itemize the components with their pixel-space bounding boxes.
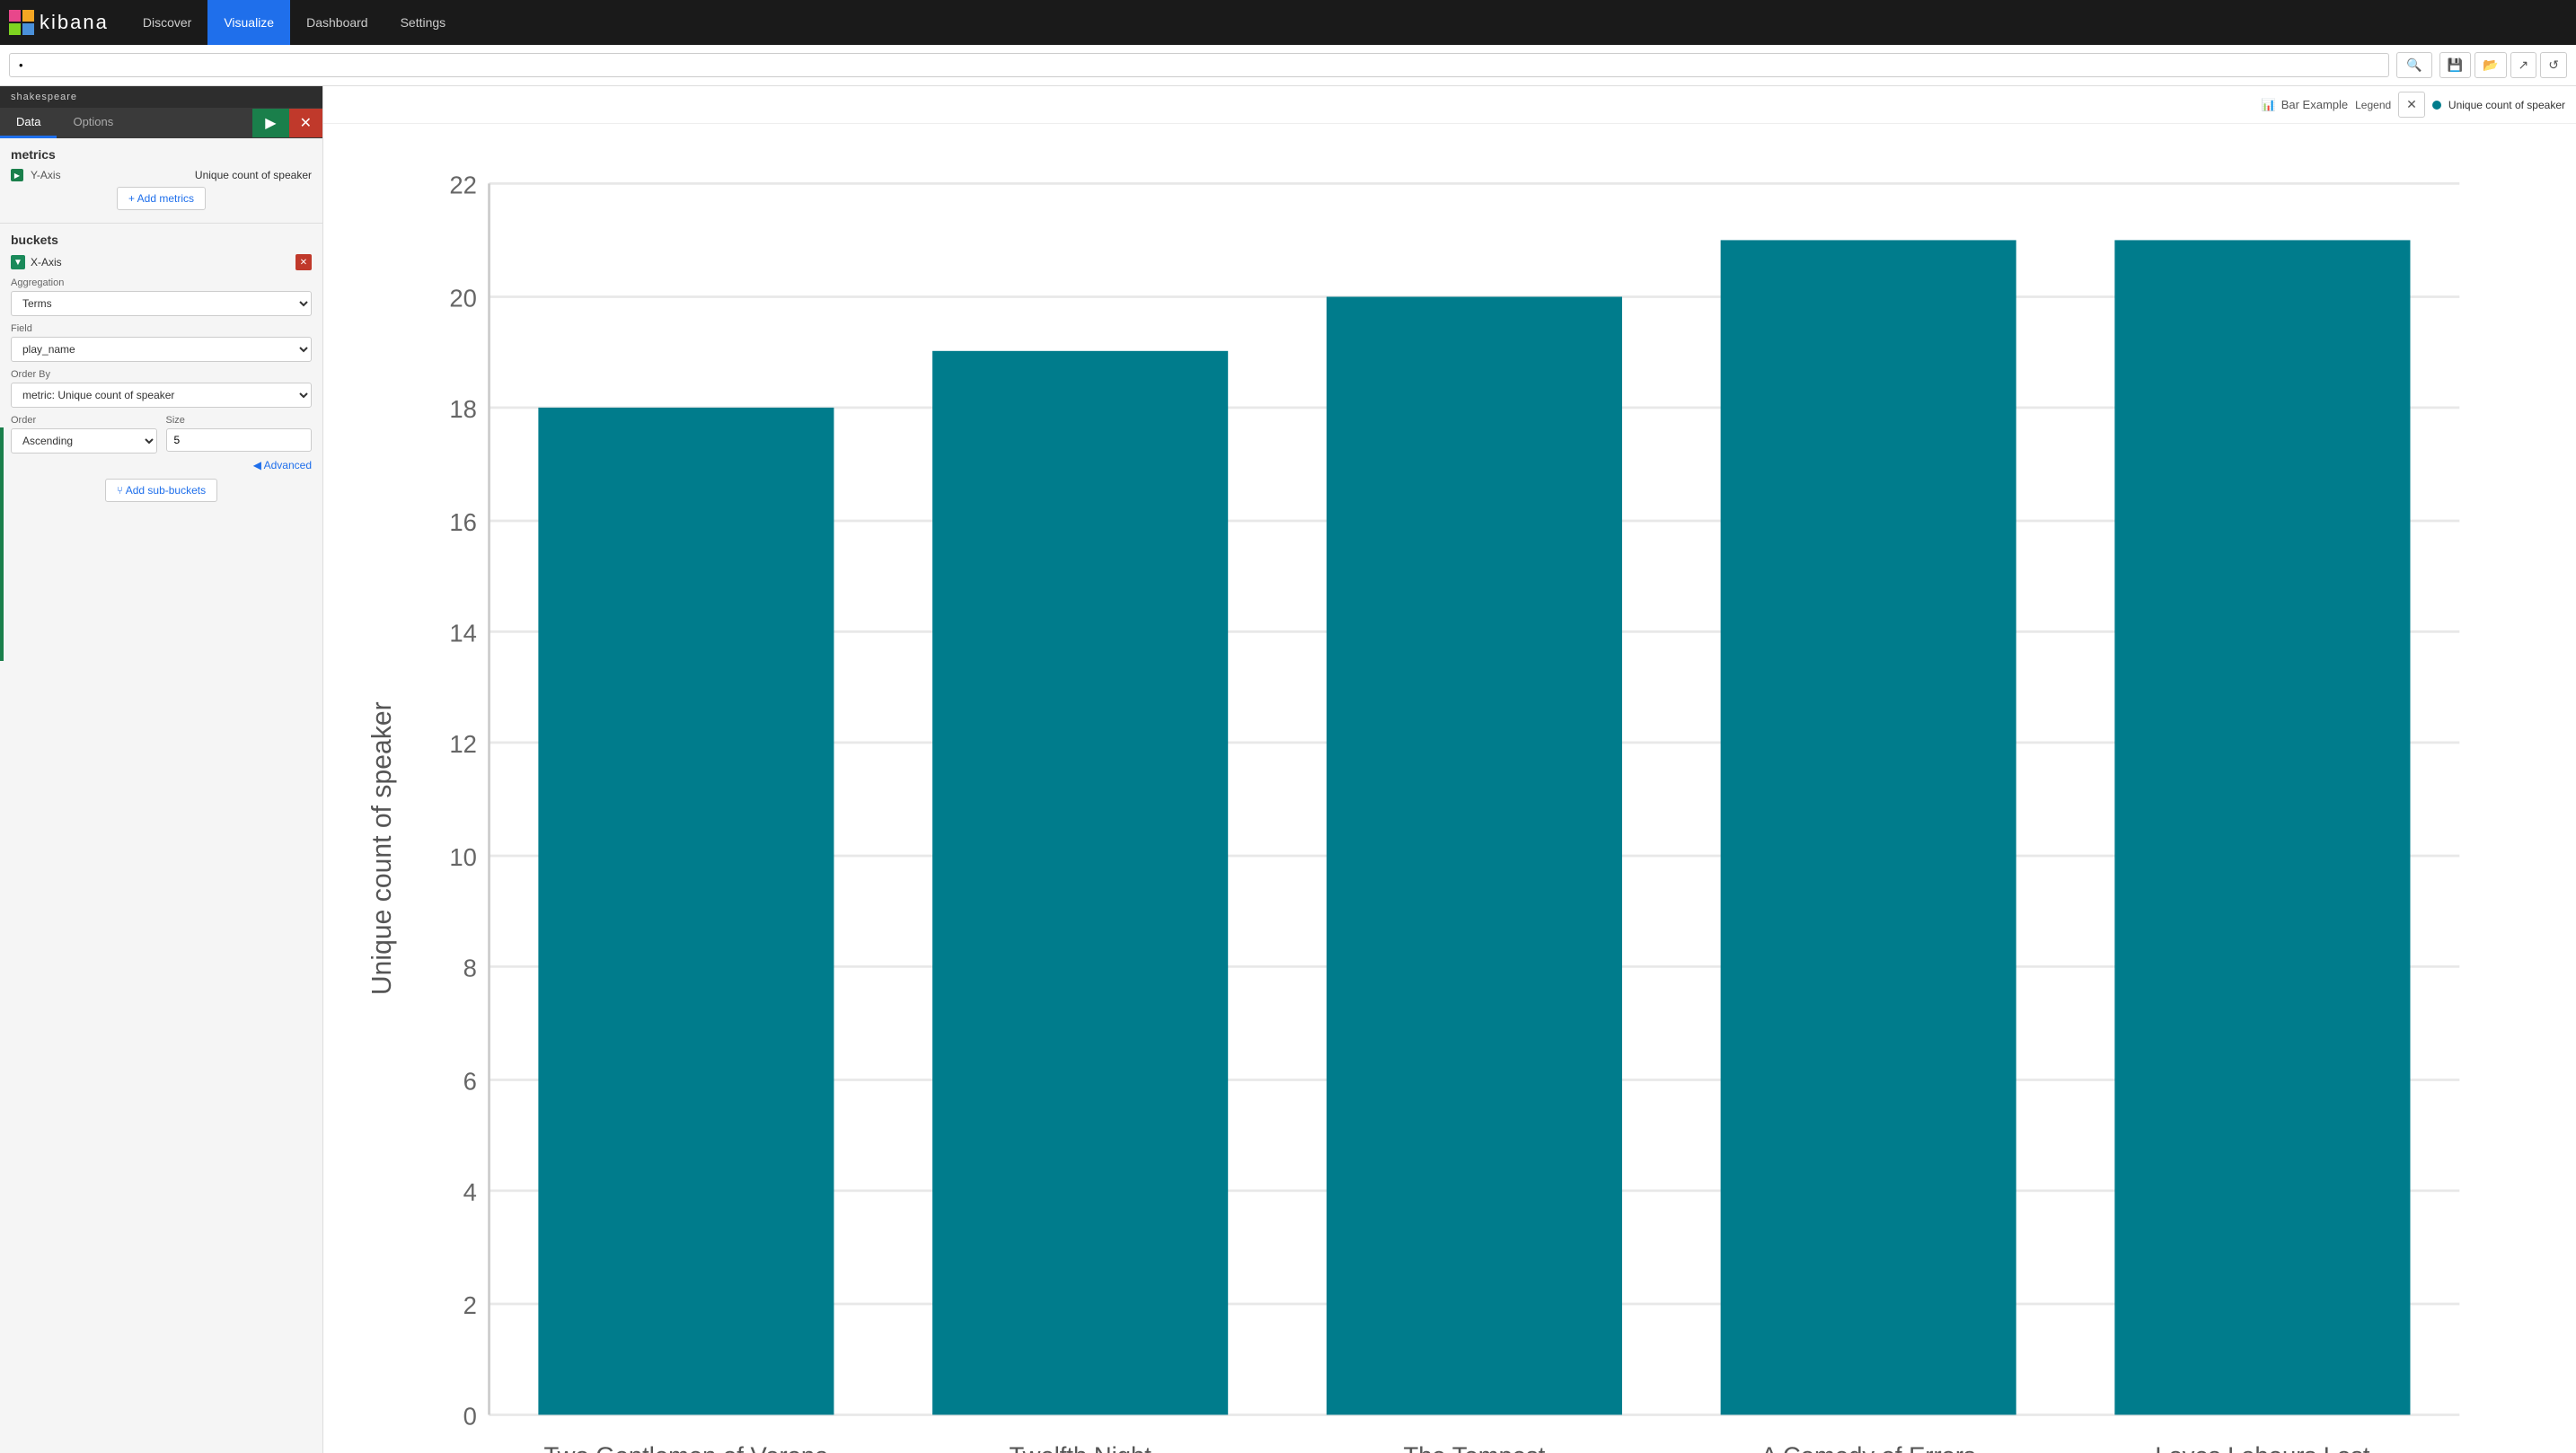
buckets-title: buckets: [11, 233, 312, 247]
advanced-link[interactable]: ◀ Advanced: [11, 459, 312, 471]
order-by-label: Order By: [11, 369, 312, 380]
chart-container: Unique count of speaker 0 2 4 6: [323, 124, 2576, 1453]
nav-visualize[interactable]: Visualize: [207, 0, 290, 45]
y-axis-title: Unique count of speaker: [367, 701, 397, 995]
svg-text:20: 20: [449, 284, 476, 312]
bar-loves-labours[interactable]: [2114, 240, 2410, 1414]
legend-item-label: Unique count of speaker: [2448, 99, 2565, 111]
size-input[interactable]: [166, 428, 313, 452]
y-axis-icon: ▶: [11, 169, 23, 181]
bar-chart-svg: Unique count of speaker 0 2 4 6: [341, 133, 2558, 1453]
tab-data[interactable]: Data: [0, 108, 57, 138]
order-select[interactable]: Ascending: [11, 428, 157, 454]
x-axis-header: ▼ X-Axis ✕: [11, 254, 312, 270]
svg-text:12: 12: [449, 730, 476, 758]
y-axis-row: ▶ Y-Axis Unique count of speaker: [11, 169, 312, 181]
y-axis-value: Unique count of speaker: [195, 169, 312, 181]
top-navigation: kibana Discover Visualize Dashboard Sett…: [0, 0, 2576, 45]
search-input[interactable]: [9, 53, 2389, 77]
nav-discover[interactable]: Discover: [127, 0, 207, 45]
add-sub-buckets-button[interactable]: ⑂ Add sub-buckets: [105, 479, 217, 502]
field-select[interactable]: play_name: [11, 337, 312, 362]
field-row: Field play_name: [11, 323, 312, 362]
legend-toggle-button[interactable]: ✕: [2398, 92, 2425, 118]
load-button[interactable]: 📂: [2475, 52, 2506, 78]
metrics-title: metrics: [11, 147, 312, 162]
bar-the-tempest[interactable]: [1327, 296, 1622, 1414]
x-axis-toggle[interactable]: ▼: [11, 255, 25, 269]
logo-text: kibana: [40, 11, 109, 34]
index-name: shakespeare: [0, 86, 322, 108]
toolbar-buttons: 💾 📂 ↗ ↺: [2439, 52, 2567, 78]
nav-settings[interactable]: Settings: [384, 0, 463, 45]
chart-area: 📊 Bar Example Legend ✕ Unique count of s…: [323, 86, 2576, 1453]
bar-comedy-errors[interactable]: [1721, 240, 2016, 1414]
chart-header: 📊 Bar Example Legend ✕ Unique count of s…: [323, 86, 2576, 124]
nav-dashboard[interactable]: Dashboard: [290, 0, 384, 45]
bar-two-gentlemen[interactable]: [538, 408, 834, 1415]
order-label: Order: [11, 415, 157, 426]
field-label: Field: [11, 323, 312, 334]
main-layout: shakespeare Data Options ▶ ✕ metrics ▶ Y…: [0, 86, 2576, 1453]
save-button[interactable]: 💾: [2439, 52, 2471, 78]
svg-text:16: 16: [449, 508, 476, 536]
svg-text:0: 0: [463, 1402, 477, 1430]
size-col: Size: [166, 415, 313, 454]
y-axis-label: Y-Axis: [31, 169, 61, 181]
legend-label: Legend: [2355, 99, 2391, 111]
chart-title-text: Bar Example: [2281, 98, 2348, 111]
search-button[interactable]: 🔍: [2396, 52, 2431, 78]
nav-items: Discover Visualize Dashboard Settings: [127, 0, 462, 45]
order-size-row: Order Ascending Size: [11, 415, 312, 454]
logo-icon: [9, 10, 34, 35]
share-button[interactable]: ↗: [2510, 52, 2537, 78]
bar-twelfth-night[interactable]: [932, 351, 1228, 1415]
svg-text:14: 14: [449, 619, 476, 647]
aggregation-label: Aggregation: [11, 277, 312, 288]
run-button[interactable]: ▶: [252, 109, 288, 137]
active-indicator: [0, 427, 4, 661]
order-by-row: Order By metric: Unique count of speaker: [11, 369, 312, 408]
sidebar: shakespeare Data Options ▶ ✕ metrics ▶ Y…: [0, 86, 323, 1453]
discard-button[interactable]: ✕: [289, 109, 322, 137]
svg-text:4: 4: [463, 1178, 477, 1206]
bar-chart-icon: 📊: [2262, 98, 2276, 112]
svg-text:22: 22: [449, 171, 476, 198]
order-col: Order Ascending: [11, 415, 157, 454]
aggregation-row: Aggregation Terms: [11, 277, 312, 316]
order-by-select[interactable]: metric: Unique count of speaker: [11, 383, 312, 408]
svg-text:6: 6: [463, 1067, 477, 1095]
metrics-section: metrics ▶ Y-Axis Unique count of speaker…: [0, 138, 322, 223]
logo: kibana: [9, 10, 109, 35]
x-axis-label: X-Axis: [31, 256, 62, 269]
legend-area: Legend ✕ Unique count of speaker: [2355, 92, 2565, 118]
svg-text:8: 8: [463, 954, 477, 982]
svg-text:2: 2: [463, 1291, 477, 1319]
chart-title: 📊 Bar Example: [2262, 98, 2349, 112]
aggregation-select[interactable]: Terms: [11, 291, 312, 316]
size-label: Size: [166, 415, 313, 426]
legend-dot: [2432, 101, 2441, 110]
svg-text:18: 18: [449, 395, 476, 423]
svg-text:10: 10: [449, 843, 476, 871]
tab-actions: Data Options ▶ ✕: [0, 108, 322, 138]
x-axis-close-button[interactable]: ✕: [296, 254, 312, 270]
buckets-section: buckets ▼ X-Axis ✕ Aggregation Terms Fie…: [0, 223, 322, 518]
search-bar: 🔍 💾 📂 ↗ ↺: [0, 45, 2576, 86]
add-metrics-button[interactable]: + Add metrics: [117, 187, 206, 210]
refresh-button[interactable]: ↺: [2540, 52, 2567, 78]
tab-options[interactable]: Options: [57, 108, 129, 138]
